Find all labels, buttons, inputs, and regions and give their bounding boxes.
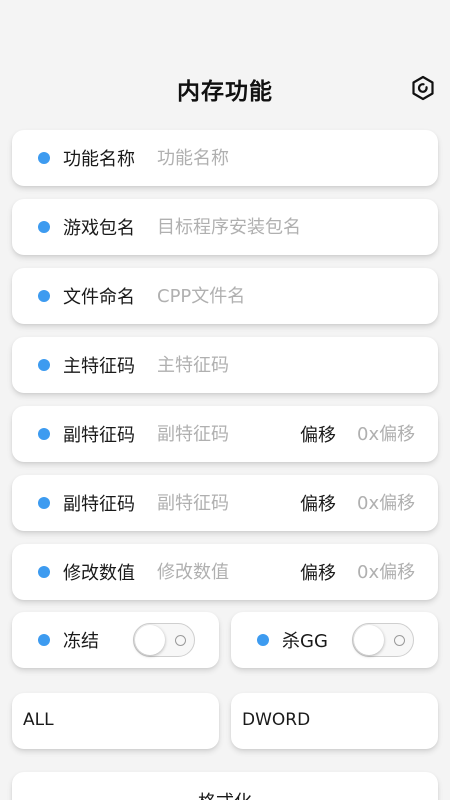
value-type-select[interactable]: DWORD — [231, 693, 438, 749]
function-name-row: 功能名称 — [12, 130, 438, 186]
modify-value-input[interactable] — [157, 552, 287, 592]
switch-off-indicator-icon — [175, 635, 186, 646]
offset-label: 偏移 — [300, 425, 336, 446]
bullet-dot — [38, 428, 50, 440]
offset-label: 偏移 — [300, 563, 336, 584]
kill-gg-toggle-card: 杀GG — [231, 612, 438, 668]
package-name-input[interactable] — [157, 207, 422, 247]
offset-input[interactable] — [357, 552, 431, 592]
file-name-row: 文件命名 — [12, 268, 438, 324]
value-type-value: DWORD — [242, 710, 311, 730]
sub-signature-row-1: 副特征码 偏移 — [12, 406, 438, 462]
gear-hexagon-icon — [412, 75, 434, 101]
modify-value-label: 修改数值 — [63, 563, 135, 584]
file-name-input[interactable] — [157, 276, 422, 316]
kill-gg-switch[interactable] — [352, 623, 414, 657]
switch-off-indicator-icon — [394, 635, 405, 646]
file-name-label: 文件命名 — [63, 287, 135, 308]
bullet-dot — [38, 497, 50, 509]
offset-input[interactable] — [357, 483, 431, 523]
bullet-dot — [38, 634, 50, 646]
offset-input[interactable] — [357, 414, 431, 454]
bullet-dot — [257, 634, 269, 646]
sub-signature-input[interactable] — [157, 483, 287, 523]
bullet-dot — [38, 152, 50, 164]
function-name-input[interactable] — [157, 138, 422, 178]
switch-knob — [354, 625, 384, 655]
bullet-dot — [38, 566, 50, 578]
bullet-dot — [38, 221, 50, 233]
modify-value-row: 修改数值 偏移 — [12, 544, 438, 600]
main-signature-row: 主特征码 — [12, 337, 438, 393]
package-name-row: 游戏包名 — [12, 199, 438, 255]
sub-signature-label: 副特征码 — [63, 425, 135, 446]
memory-range-select[interactable]: ALL — [12, 693, 219, 749]
format-button-label: 格式化 — [12, 788, 438, 800]
main-signature-input[interactable] — [157, 345, 422, 385]
offset-label: 偏移 — [300, 494, 336, 515]
format-button[interactable]: 格式化 — [12, 772, 438, 800]
bullet-dot — [38, 290, 50, 302]
bullet-dot — [38, 359, 50, 371]
header: 内存功能 — [0, 64, 450, 112]
freeze-toggle-card: 冻结 — [12, 612, 219, 668]
sub-signature-label: 副特征码 — [63, 494, 135, 515]
main-signature-label: 主特征码 — [63, 356, 135, 377]
kill-gg-label: 杀GG — [282, 631, 328, 652]
sub-signature-input[interactable] — [157, 414, 287, 454]
memory-range-value: ALL — [23, 710, 54, 730]
freeze-label: 冻结 — [63, 631, 99, 652]
package-name-label: 游戏包名 — [63, 218, 135, 239]
settings-button[interactable] — [408, 73, 438, 103]
freeze-switch[interactable] — [133, 623, 195, 657]
sub-signature-row-2: 副特征码 偏移 — [12, 475, 438, 531]
function-name-label: 功能名称 — [63, 149, 135, 170]
switch-knob — [135, 625, 165, 655]
page-title: 内存功能 — [177, 79, 273, 105]
